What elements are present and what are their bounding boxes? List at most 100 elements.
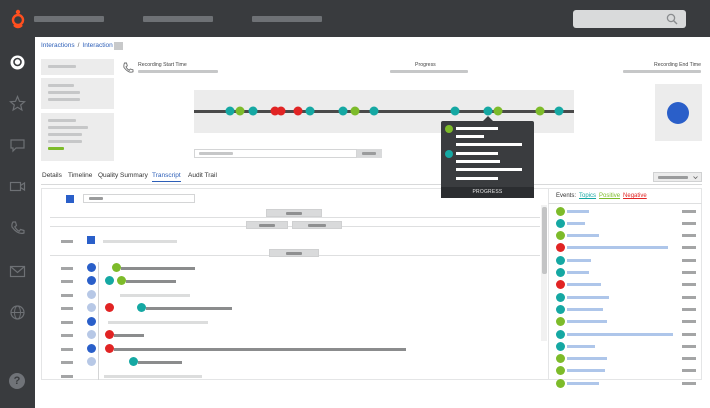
line-checkbox[interactable] [87,236,95,244]
section-marker-3[interactable] [292,221,342,229]
help-icon[interactable]: ? [9,373,25,389]
breadcrumb-interactions[interactable]: Interactions [41,42,75,49]
line-event-topic[interactable] [137,303,146,312]
line-text-placeholder [120,294,190,297]
timeline-event-topic[interactable] [338,106,348,116]
event-label[interactable] [567,246,668,250]
event-label[interactable] [567,221,585,225]
phone-icon [123,62,134,73]
top-nav-item-1[interactable] [34,16,104,22]
envelope-icon[interactable] [9,263,26,280]
event-topic-dot[interactable] [556,255,565,265]
event-label[interactable] [567,295,609,299]
breadcrumb-chip[interactable] [114,42,123,50]
line-event-topic[interactable] [105,276,114,285]
globe-icon[interactable] [9,304,26,321]
tab-transcript[interactable]: Transcript [152,172,181,182]
search-transcript-field[interactable] [194,149,357,158]
search-icon[interactable] [666,13,678,25]
video-camera-icon[interactable] [9,178,26,195]
speaker-marker [87,303,96,312]
event-positive-dot[interactable] [556,378,565,388]
transcript-filter-input[interactable] [83,194,195,203]
filter-positive[interactable]: Positive [599,193,620,199]
agent-avatar-icon[interactable] [9,54,26,71]
timeline-event-topic[interactable] [248,106,258,116]
speaker-marker [87,344,96,353]
top-nav-item-2[interactable] [143,16,213,22]
tab-quality-summary[interactable]: Quality Summary [98,172,148,181]
transcript-scrollbar-thumb[interactable] [542,207,547,274]
recording-end-label: Recording End Time [654,62,701,68]
progress-value [390,70,468,73]
event-topic-dot[interactable] [556,329,565,339]
timeline-event-topic[interactable] [554,106,564,116]
event-label[interactable] [567,234,599,238]
line-event-negative[interactable] [105,303,114,312]
timeline-event-negative[interactable] [293,106,303,116]
timeline-event-positive[interactable] [493,106,503,116]
line-timestamp [61,307,73,310]
section-marker-2[interactable] [246,221,288,229]
timeline-event-negative[interactable] [276,106,286,116]
timeline-event-topic[interactable] [305,106,315,116]
timeline-event-positive[interactable] [235,106,245,116]
speaker-marker [87,357,96,366]
line-event-negative[interactable] [105,344,114,353]
event-topic-dot[interactable] [556,292,565,302]
breadcrumb-interaction: Interaction [82,42,113,49]
event-topic-dot[interactable] [556,268,565,277]
line-event-negative[interactable] [105,330,114,339]
search-input[interactable] [573,10,686,28]
speaker-marker [87,276,96,285]
chevron-down-icon [693,176,698,180]
filter-topics[interactable]: Topics [579,193,596,199]
event-positive-dot[interactable] [556,206,565,216]
line-event-positive[interactable] [112,263,121,272]
timeline-event-topic[interactable] [450,106,460,116]
genesys-logo-icon[interactable] [9,9,27,29]
timeline-event-positive[interactable] [535,106,545,116]
event-topic-dot[interactable] [556,218,565,228]
tab-audit-trail[interactable]: Audit Trail [188,172,217,181]
event-label[interactable] [567,258,591,262]
filter-negative[interactable]: Negative [623,193,647,199]
event-label[interactable] [567,381,599,385]
section-marker-1[interactable] [266,209,322,217]
line-timestamp [61,348,73,351]
timeline-event-topic[interactable] [369,106,379,116]
top-nav-item-3[interactable] [252,16,322,22]
tab-details[interactable]: Details [42,172,62,181]
tab-timeline[interactable]: Timeline [68,172,92,181]
line-event-positive[interactable] [117,276,126,285]
phone-icon[interactable] [9,220,26,237]
side-nav: ? [0,37,35,408]
line-timestamp [61,321,73,324]
events-label: Events: [556,193,577,199]
line-event-topic[interactable] [129,357,138,366]
tab-divider [41,184,702,185]
event-label[interactable] [567,271,589,274]
event-label[interactable] [567,283,601,287]
timeline-event-topic[interactable] [225,106,235,116]
event-timestamp [682,221,696,225]
section-marker-4[interactable] [269,249,319,257]
view-dropdown[interactable] [653,172,702,182]
event-label[interactable] [567,332,673,336]
timeline-event-topic[interactable] [483,106,493,116]
chat-bubble-icon[interactable] [9,137,26,154]
event-topic-dot[interactable] [556,341,565,351]
event-label[interactable] [567,307,603,311]
search-transcript-button[interactable] [357,149,382,158]
event-label[interactable] [567,369,605,373]
timeline-event-positive[interactable] [350,106,360,116]
event-label[interactable] [567,344,595,348]
event-label[interactable] [567,320,607,324]
event-topic-dot[interactable] [556,304,565,314]
event-label[interactable] [567,209,589,213]
breadcrumb: Interactions / Interaction [41,42,113,49]
select-all-checkbox[interactable] [66,195,74,203]
line-timestamp [61,375,73,378]
star-icon[interactable] [9,95,26,112]
event-label[interactable] [567,357,607,361]
